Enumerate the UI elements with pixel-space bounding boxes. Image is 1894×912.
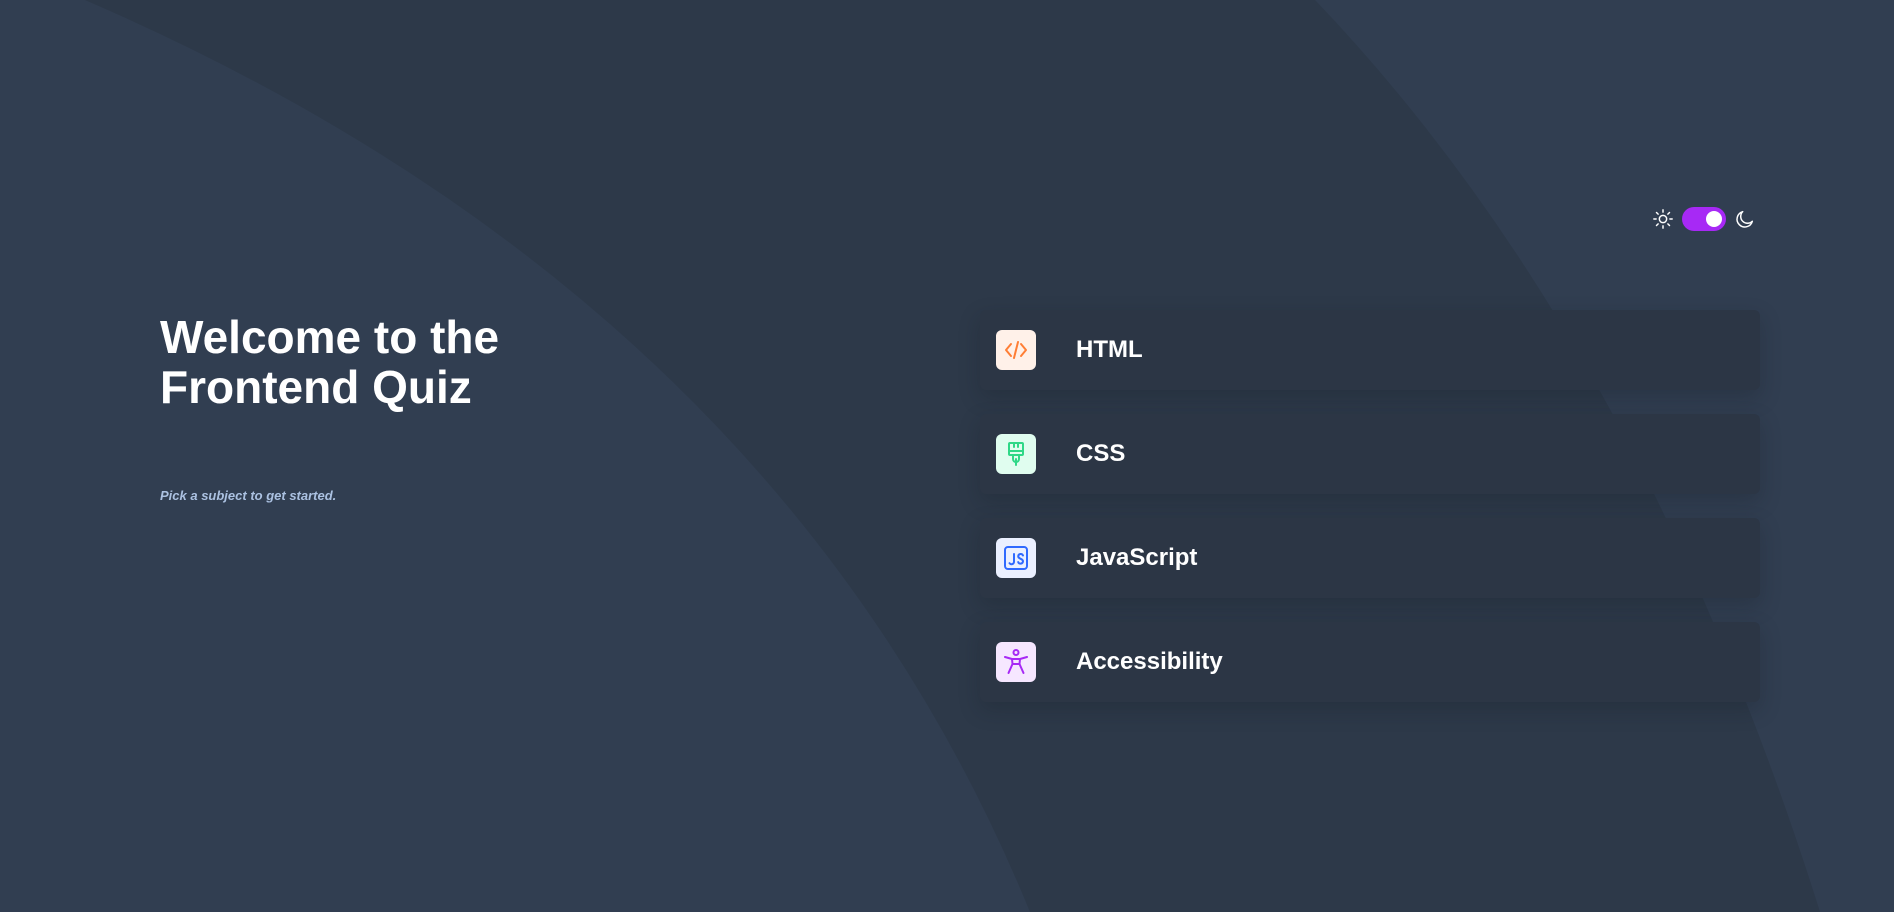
subject-option-javascript[interactable]: JavaScript xyxy=(980,518,1760,598)
subject-label: JavaScript xyxy=(1076,544,1198,571)
theme-switch-knob xyxy=(1706,211,1722,227)
subject-option-css[interactable]: CSS xyxy=(980,414,1760,494)
subject-list: HTML CSS JavaScript Accessibility xyxy=(980,310,1760,702)
welcome-section: Welcome to the Frontend Quiz xyxy=(160,312,780,412)
subject-label: Accessibility xyxy=(1076,648,1223,675)
subject-option-html[interactable]: HTML xyxy=(980,310,1760,390)
css-icon xyxy=(996,434,1036,474)
sun-icon xyxy=(1652,208,1674,230)
theme-toggle xyxy=(1652,206,1756,232)
javascript-icon xyxy=(996,538,1036,578)
moon-icon xyxy=(1734,208,1756,230)
page-title: Welcome to the Frontend Quiz xyxy=(160,311,500,413)
accessibility-icon xyxy=(996,642,1036,682)
html-icon xyxy=(996,330,1036,370)
subject-option-accessibility[interactable]: Accessibility xyxy=(980,622,1760,702)
subject-label: CSS xyxy=(1076,440,1126,467)
quiz-page: Welcome to the Frontend Quiz Pick a subj… xyxy=(0,0,1894,912)
theme-switch[interactable] xyxy=(1682,207,1726,231)
subject-label: HTML xyxy=(1076,336,1143,363)
page-subtitle: Pick a subject to get started. xyxy=(160,488,337,503)
